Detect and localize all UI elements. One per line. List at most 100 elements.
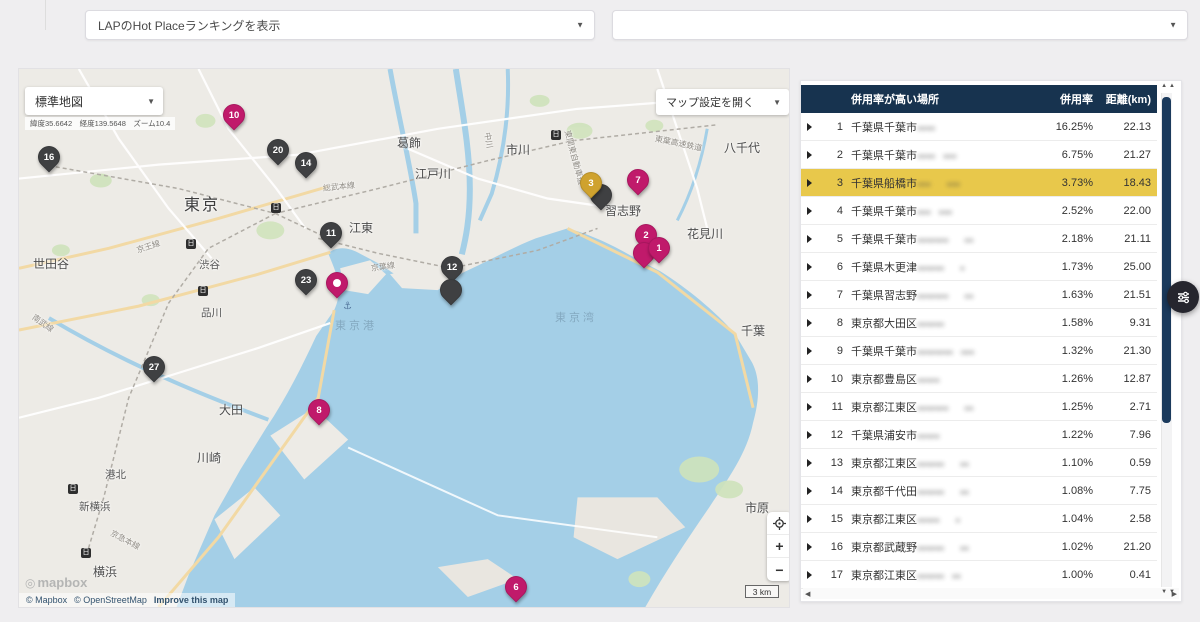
table-row[interactable]: 6 千葉県木更津●●●●●● ● 1.73% 25.00 bbox=[801, 253, 1157, 281]
row-expand-icon[interactable] bbox=[807, 319, 812, 327]
attribution-mapbox-link[interactable]: © Mapbox bbox=[26, 595, 67, 605]
row-place-prefix: 千葉県千葉市 bbox=[851, 206, 917, 218]
row-expand-icon[interactable] bbox=[807, 571, 812, 579]
row-rate: 1.08% bbox=[1023, 485, 1093, 497]
toolbar-divider bbox=[45, 0, 46, 30]
map-marker-pin[interactable]: 8 bbox=[308, 399, 330, 427]
map-place-label: 東京港 bbox=[335, 317, 377, 333]
row-place-redacted: ●●●●●● ● bbox=[917, 263, 964, 273]
pin-rank-number: 12 bbox=[442, 257, 462, 277]
table-row[interactable]: 16 東京都武蔵野●●●●●● ●● 1.02% 21.20 bbox=[801, 533, 1157, 561]
secondary-select[interactable]: ▼ bbox=[612, 10, 1188, 40]
row-expand-icon[interactable] bbox=[807, 151, 812, 159]
horizontal-scrollbar[interactable]: ◀ ▶ bbox=[803, 588, 1179, 599]
row-expand-icon[interactable] bbox=[807, 207, 812, 215]
map-settings-select[interactable]: マップ設定を開く ▼ bbox=[656, 89, 789, 115]
row-place-redacted: ●●●●●● ●● bbox=[917, 571, 961, 581]
table-row[interactable]: 15 東京都江東区●●●●● ● 1.04% 2.58 bbox=[801, 505, 1157, 533]
zoom-in-button[interactable]: + bbox=[767, 535, 790, 558]
pin-shape: 23 bbox=[290, 264, 321, 295]
row-expand-icon[interactable] bbox=[807, 291, 812, 299]
map-place-label: 大田 bbox=[219, 401, 243, 418]
table-row[interactable]: 13 東京都江東区●●●●●● ●● 1.10% 0.59 bbox=[801, 449, 1157, 477]
pin-rank-number: 10 bbox=[224, 105, 244, 125]
mapbox-logo[interactable]: ◎ mapbox bbox=[25, 575, 87, 590]
map-marker-pin[interactable]: 14 bbox=[295, 152, 317, 180]
map-marker-pin[interactable]: 10 bbox=[223, 104, 245, 132]
row-expand-icon[interactable] bbox=[807, 403, 812, 411]
row-expand-icon[interactable] bbox=[807, 487, 812, 495]
pin-shape: 16 bbox=[33, 141, 64, 172]
map-attribution: © Mapbox © OpenStreetMap Improve this ma… bbox=[19, 593, 235, 607]
map-marker-pin[interactable]: 27 bbox=[143, 356, 165, 384]
row-rate: 1.63% bbox=[1023, 289, 1093, 301]
ranking-panel: 併用率が高い場所 併用率 距離(km) 1 千葉県千葉市●●●● 16.25% … bbox=[800, 80, 1182, 602]
map-marker-pin[interactable] bbox=[440, 279, 462, 307]
table-row[interactable]: 9 千葉県千葉市●●●●●●●● ●●● 1.32% 21.30 bbox=[801, 337, 1157, 365]
row-rank: 8 bbox=[817, 317, 843, 329]
table-row[interactable]: 7 千葉県習志野●●●●●●● ●● 1.63% 21.51 bbox=[801, 281, 1157, 309]
row-expand-icon[interactable] bbox=[807, 515, 812, 523]
ranking-table-header: 併用率が高い場所 併用率 距離(km) bbox=[801, 85, 1157, 113]
map-marker-pin[interactable]: 7 bbox=[627, 169, 649, 197]
map-marker-pin[interactable]: 3 bbox=[580, 172, 602, 200]
table-row[interactable]: 8 東京都大田区●●●●●● 1.58% 9.31 bbox=[801, 309, 1157, 337]
map-marker-pin[interactable]: 11 bbox=[320, 222, 342, 250]
attribution-osm-link[interactable]: © OpenStreetMap bbox=[74, 595, 147, 605]
table-row[interactable]: 14 東京都千代田●●●●●● ●● 1.08% 7.75 bbox=[801, 477, 1157, 505]
zoom-out-button[interactable]: − bbox=[767, 558, 790, 581]
map-marker-pin[interactable]: 1 bbox=[648, 237, 670, 265]
map-place-label: 市原 bbox=[745, 499, 769, 516]
row-rank: 15 bbox=[817, 513, 843, 525]
app-root: LAPのHot Placeランキングを表示 ▼ ▼ bbox=[0, 0, 1200, 622]
row-expand-icon[interactable] bbox=[807, 543, 812, 551]
table-row[interactable]: 2 千葉県千葉市●●●● ●●● 6.75% 21.27 bbox=[801, 141, 1157, 169]
map-marker-pin[interactable]: 20 bbox=[267, 139, 289, 167]
row-rank: 7 bbox=[817, 289, 843, 301]
ranking-mode-select[interactable]: LAPのHot Placeランキングを表示 ▼ bbox=[85, 10, 595, 40]
map-marker-pin[interactable]: 6 bbox=[505, 576, 527, 604]
row-expand-icon[interactable] bbox=[807, 263, 812, 271]
panel-settings-button[interactable] bbox=[1167, 281, 1199, 313]
map-marker-pin[interactable] bbox=[326, 272, 348, 300]
row-expand-icon[interactable] bbox=[807, 459, 812, 467]
chevron-down-icon: ▼ bbox=[1169, 21, 1177, 30]
scroll-down-icon[interactable]: ▼▼ bbox=[1161, 589, 1177, 595]
table-row[interactable]: 10 東京都豊島区●●●●● 1.26% 12.87 bbox=[801, 365, 1157, 393]
table-row[interactable]: 12 千葉県浦安市●●●●● 1.22% 7.96 bbox=[801, 421, 1157, 449]
map-marker-pin[interactable]: 16 bbox=[38, 146, 60, 174]
row-rank: 4 bbox=[817, 205, 843, 217]
row-expand-icon[interactable] bbox=[807, 179, 812, 187]
row-distance: 2.71 bbox=[1093, 401, 1157, 413]
row-place-redacted: ●●●●● ● bbox=[917, 515, 960, 525]
row-rank: 11 bbox=[817, 401, 843, 413]
row-expand-icon[interactable] bbox=[807, 123, 812, 131]
table-row[interactable]: 1 千葉県千葉市●●●● 16.25% 22.13 bbox=[801, 113, 1157, 141]
station-icon: 日 bbox=[68, 484, 78, 494]
pin-rank-number: 11 bbox=[321, 223, 341, 243]
row-place-prefix: 千葉県習志野 bbox=[851, 290, 917, 302]
map-canvas[interactable]: 東京 葛飾 市川 江戸川 中川 八千代 習志野 花見川 千葉 江東 世田谷 渋谷… bbox=[18, 68, 790, 608]
scroll-up-icon[interactable]: ▲▲ bbox=[1161, 83, 1177, 89]
table-row[interactable]: 5 千葉県千葉市●●●●●●● ●● 2.18% 21.11 bbox=[801, 225, 1157, 253]
map-marker-pin[interactable]: 23 bbox=[295, 269, 317, 297]
row-place-redacted: ●●● ●●● bbox=[917, 207, 952, 217]
table-row[interactable]: 3 千葉県船橋市●●● ●●● 3.73% 18.43 bbox=[801, 169, 1157, 197]
table-row[interactable]: 11 東京都江東区●●●●●●● ●● 1.25% 2.71 bbox=[801, 393, 1157, 421]
station-icon: 日 bbox=[551, 130, 561, 140]
row-place-redacted: ●●●●●● ●● bbox=[917, 543, 969, 553]
scroll-left-icon[interactable]: ◀ bbox=[805, 590, 810, 598]
row-expand-icon[interactable] bbox=[807, 347, 812, 355]
map-place-label: 川崎 bbox=[197, 449, 221, 466]
geolocate-button[interactable] bbox=[767, 512, 790, 535]
row-expand-icon[interactable] bbox=[807, 431, 812, 439]
row-expand-icon[interactable] bbox=[807, 375, 812, 383]
vertical-scrollbar-thumb[interactable] bbox=[1162, 97, 1171, 423]
row-rate: 2.18% bbox=[1023, 233, 1093, 245]
attribution-improve-link[interactable]: Improve this map bbox=[154, 595, 229, 605]
table-row[interactable]: 4 千葉県千葉市●●● ●●● 2.52% 22.00 bbox=[801, 197, 1157, 225]
map-style-select[interactable]: 標準地図 ▼ bbox=[25, 87, 163, 115]
table-row[interactable]: 17 東京都江東区●●●●●● ●● 1.00% 0.41 bbox=[801, 561, 1157, 589]
row-place-prefix: 東京都江東区 bbox=[851, 570, 917, 582]
row-expand-icon[interactable] bbox=[807, 235, 812, 243]
